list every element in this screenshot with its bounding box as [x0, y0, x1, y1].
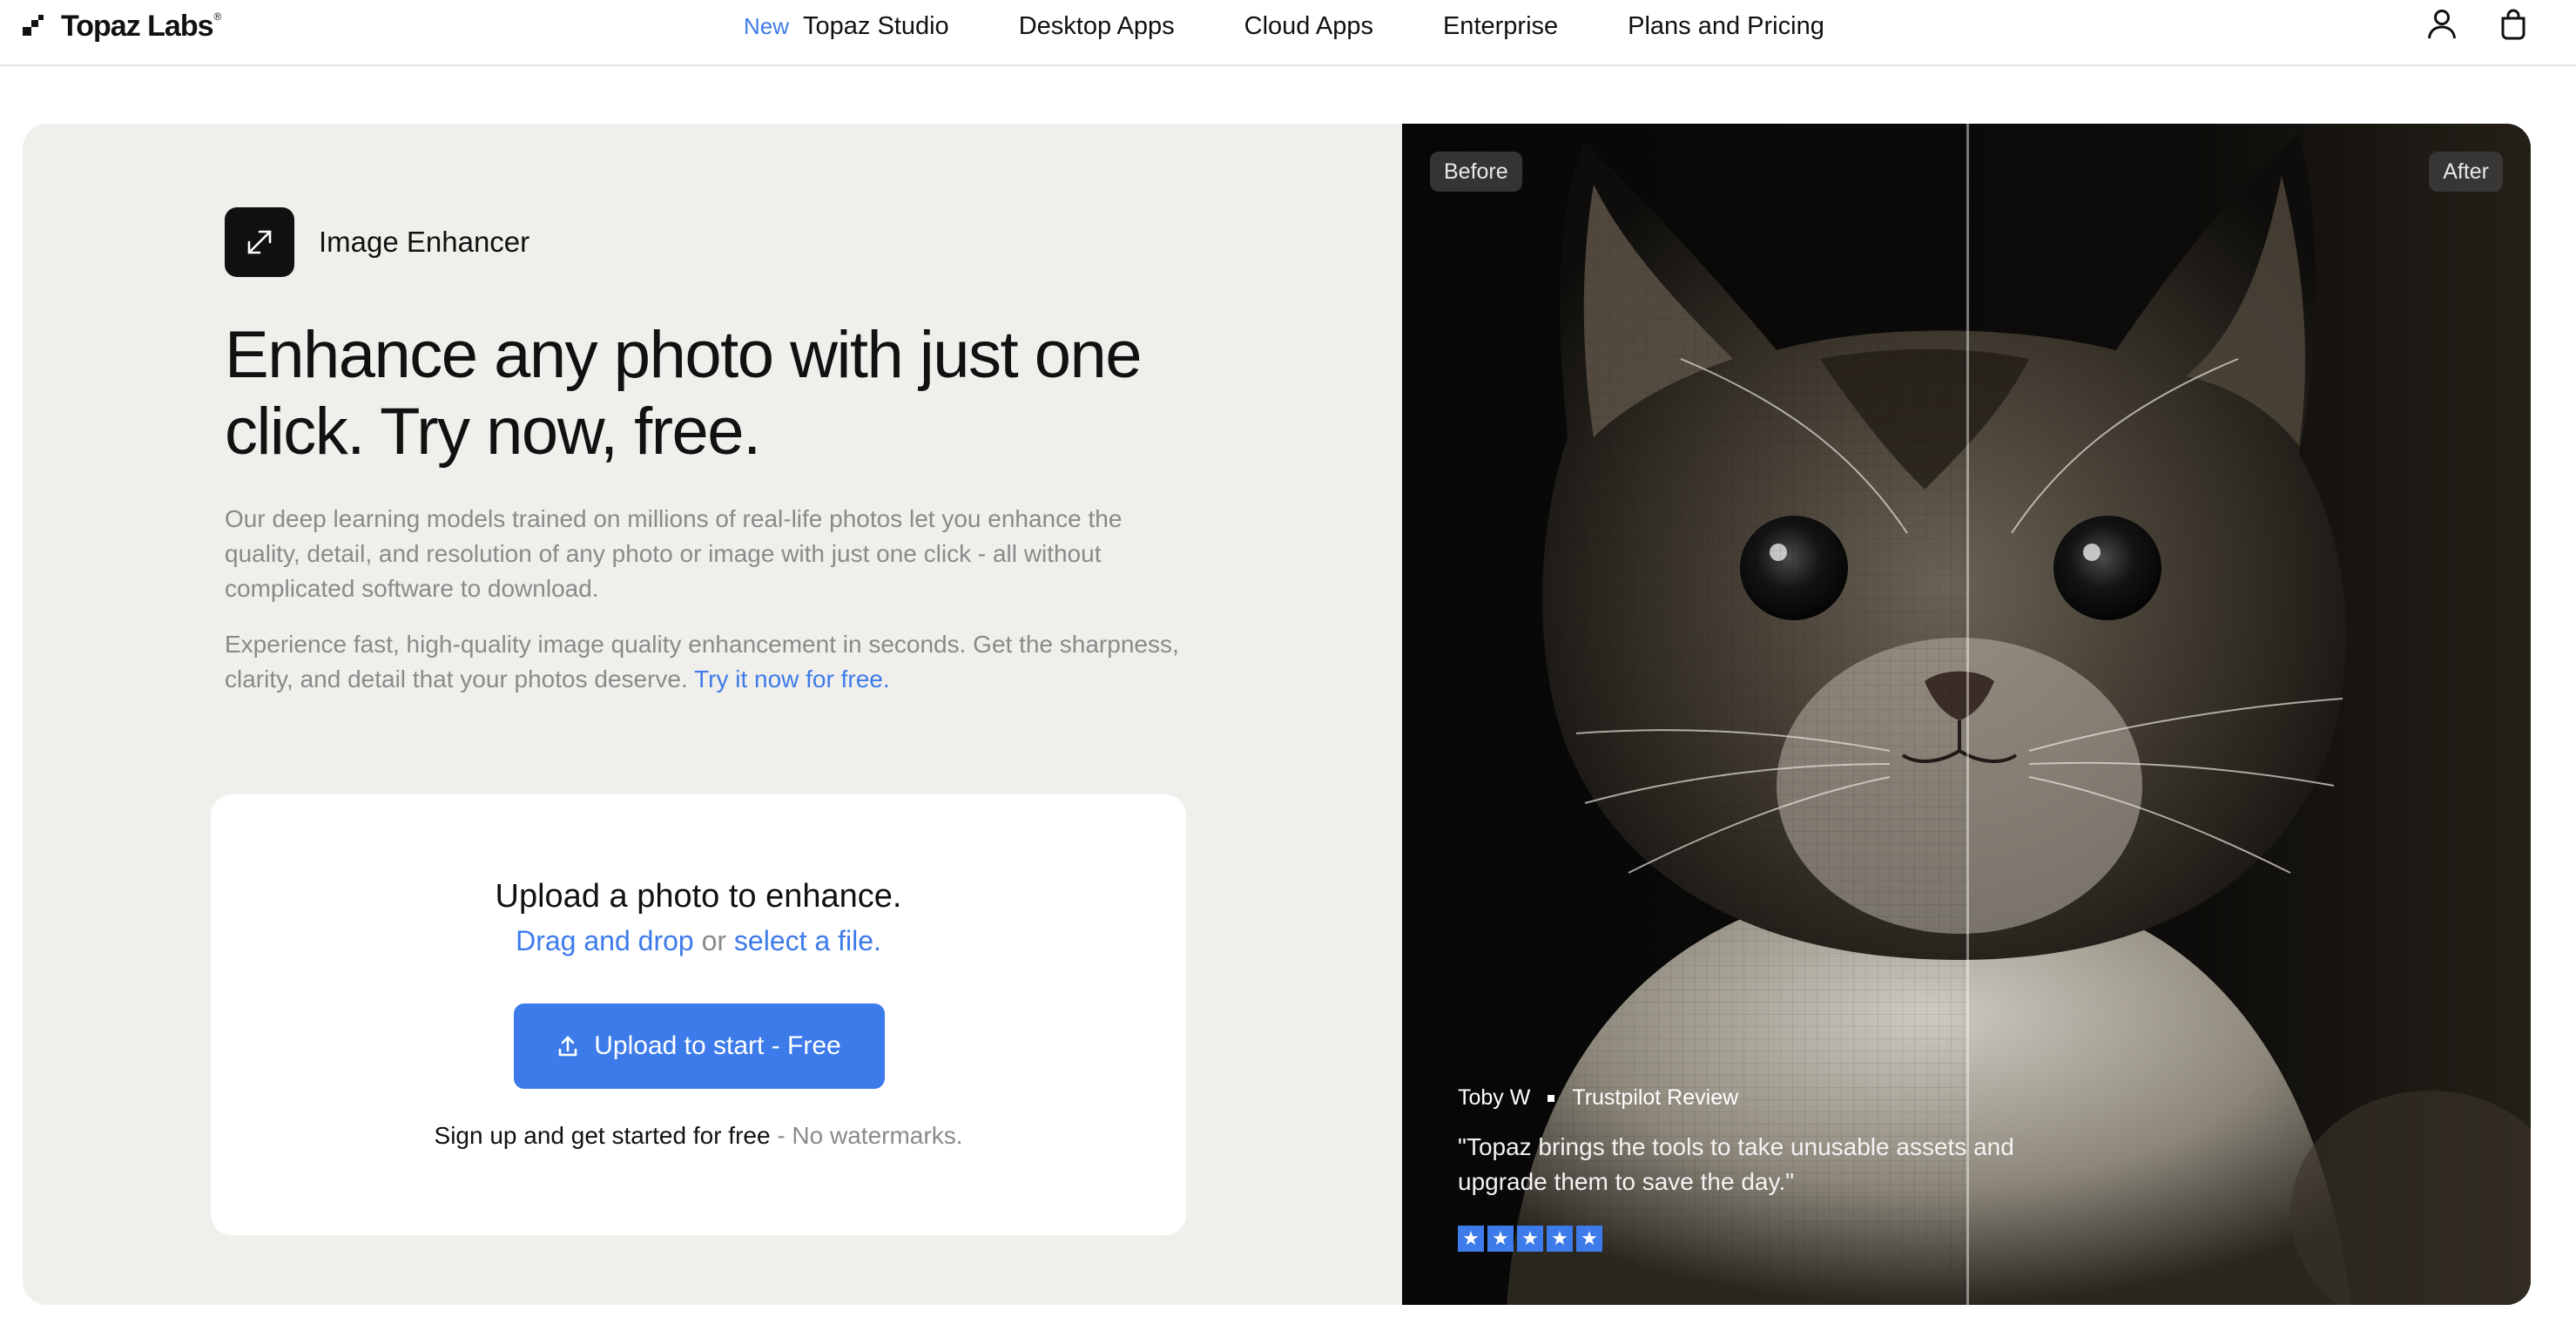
- new-badge: New: [744, 12, 790, 39]
- star-icon: ★: [1458, 1226, 1484, 1252]
- nav-item-topaz-studio[interactable]: Topaz Studio: [803, 12, 949, 41]
- expand-arrows-icon: [225, 207, 294, 277]
- select-file-link[interactable]: select a file.: [734, 925, 881, 956]
- review-quote: "Topaz brings the tools to take unusable…: [1458, 1133, 2014, 1195]
- review-meta: Toby W Trustpilot Review: [1458, 1085, 2015, 1111]
- logo-mark-icon: [23, 15, 45, 37]
- before-label: Before: [1430, 152, 1522, 192]
- topaz-labs-logo[interactable]: Topaz Labs®: [23, 9, 221, 43]
- top-navigation: Topaz Labs® New Topaz Studio Desktop App…: [0, 0, 2576, 66]
- star-icon: ★: [1487, 1226, 1514, 1252]
- testimonial: Toby W Trustpilot Review "Topaz brings t…: [1458, 1085, 2015, 1252]
- star-icon: ★: [1576, 1226, 1602, 1252]
- upload-button[interactable]: Upload to start - Free: [514, 1003, 885, 1089]
- star-icon: ★: [1547, 1226, 1573, 1252]
- shopping-bag-icon[interactable]: [2496, 7, 2531, 42]
- nav-item-enterprise[interactable]: Enterprise: [1443, 12, 1558, 41]
- review-source: Trustpilot Review: [1572, 1085, 1739, 1110]
- hero-description: Our deep learning models trained on mill…: [225, 505, 1123, 602]
- star-icon: ★: [1517, 1226, 1543, 1252]
- product-badge: Image Enhancer: [225, 207, 529, 277]
- signup-note: Sign up and get started for free - No wa…: [434, 1122, 963, 1149]
- review-author: Toby W: [1458, 1085, 1531, 1110]
- separator-dot: [1548, 1094, 1555, 1102]
- logo-text: Topaz Labs®: [61, 9, 221, 43]
- page-title: Enhance any photo with just one click. T…: [225, 318, 1143, 469]
- nav-item-plans-and-pricing[interactable]: Plans and Pricing: [1628, 12, 1824, 41]
- nav-item-desktop-apps[interactable]: Desktop Apps: [1019, 12, 1175, 41]
- upload-title: Upload a photo to enhance.: [495, 878, 902, 915]
- nav-icons: [2424, 7, 2531, 42]
- upload-dropzone[interactable]: Upload a photo to enhance. Drag and drop…: [211, 794, 1186, 1235]
- after-label: After: [2429, 152, 2503, 192]
- upload-options: Drag and drop or select a file.: [516, 925, 881, 956]
- hero-description-secondary: Experience fast, high-quality image qual…: [225, 631, 1179, 693]
- product-name: Image Enhancer: [319, 226, 530, 258]
- upload-button-label: Upload to start - Free: [594, 1031, 841, 1060]
- before-after-comparison[interactable]: Before After Toby W Trustpilot Review "T…: [1402, 124, 2531, 1305]
- star-rating: ★ ★ ★ ★ ★: [1458, 1226, 2015, 1252]
- nav-item-cloud-apps[interactable]: Cloud Apps: [1244, 12, 1373, 41]
- account-icon[interactable]: [2424, 7, 2459, 42]
- drag-and-drop-link[interactable]: Drag and drop: [516, 925, 694, 956]
- upload-icon: [557, 1035, 578, 1057]
- hero-section: Image Enhancer Enhance any photo with ju…: [23, 124, 2531, 1305]
- try-free-link[interactable]: Try it now for free.: [694, 666, 890, 693]
- main-menu: New Topaz Studio Desktop Apps Cloud Apps…: [744, 9, 1824, 44]
